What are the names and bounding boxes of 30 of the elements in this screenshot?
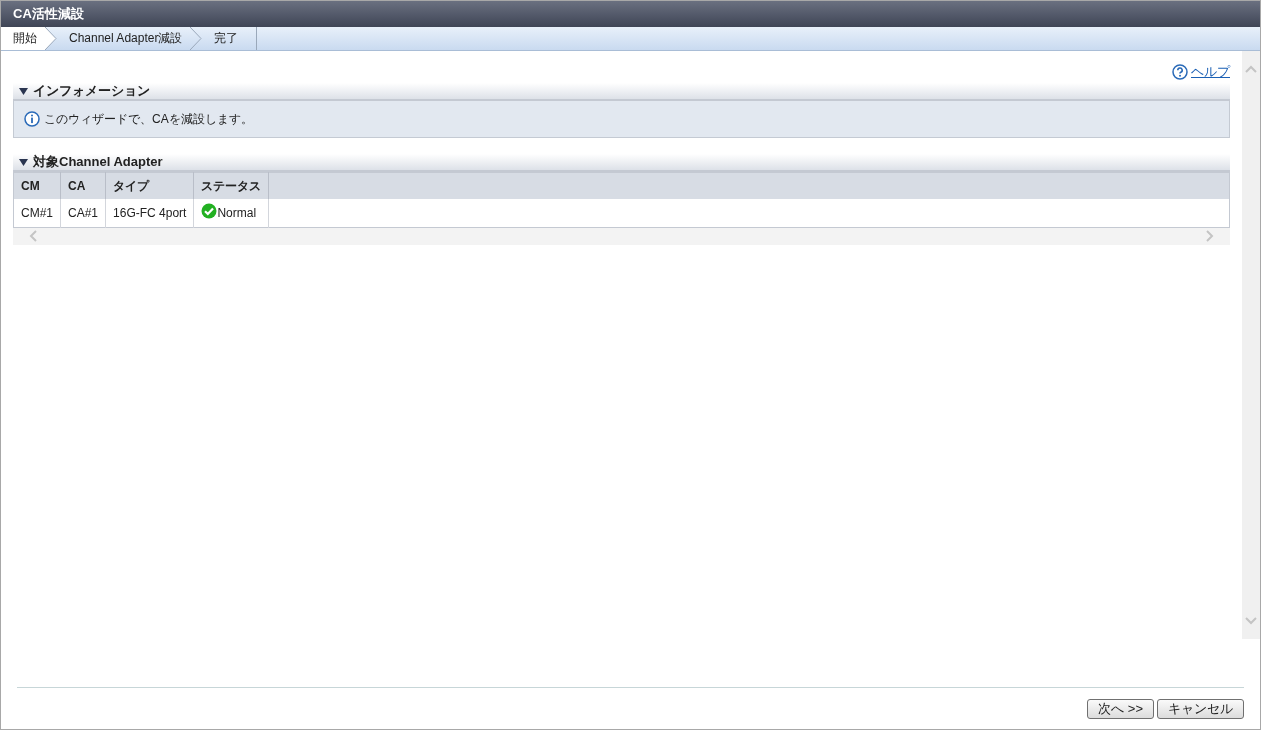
- section-header[interactable]: インフォメーション: [13, 83, 1230, 101]
- window-title: CA活性減設: [1, 1, 1260, 27]
- help-link[interactable]: ヘルプ: [1191, 62, 1230, 82]
- wizard-step: 完了: [202, 27, 258, 50]
- step-chevron-icon: [190, 27, 203, 50]
- wizard-step: Channel Adapter減設: [57, 27, 191, 50]
- column-header[interactable]: ステータス: [193, 172, 269, 199]
- info-icon: [24, 111, 40, 127]
- column-header[interactable]: CA: [60, 172, 106, 199]
- scroll-right-icon[interactable]: [1206, 230, 1214, 242]
- help-icon: [1172, 64, 1188, 80]
- scroll-down-icon[interactable]: [1245, 617, 1257, 625]
- column-header[interactable]: CM: [13, 172, 61, 199]
- status-text: Normal: [217, 206, 257, 221]
- table-cell: CA#1: [60, 199, 106, 227]
- column-header[interactable]: タイプ: [105, 172, 194, 199]
- collapse-triangle-icon[interactable]: [19, 158, 28, 166]
- cancel-button[interactable]: キャンセル: [1157, 699, 1244, 719]
- section-title: インフォメーション: [33, 82, 150, 101]
- section-header[interactable]: 対象Channel Adapter: [13, 154, 1230, 172]
- table-cell: CM#1: [13, 199, 61, 227]
- next-button[interactable]: 次へ >>: [1087, 699, 1154, 719]
- scroll-up-icon[interactable]: [1245, 65, 1257, 73]
- step-chevron-icon: [45, 27, 57, 50]
- scroll-left-icon[interactable]: [29, 230, 37, 242]
- section-title: 対象Channel Adapter: [33, 153, 163, 172]
- table-cell: 16G-FC 4port: [105, 199, 194, 227]
- collapse-triangle-icon[interactable]: [19, 87, 28, 95]
- info-message: このウィザードで、CAを減設します。: [44, 111, 253, 128]
- wizard-step: 開始: [1, 27, 45, 50]
